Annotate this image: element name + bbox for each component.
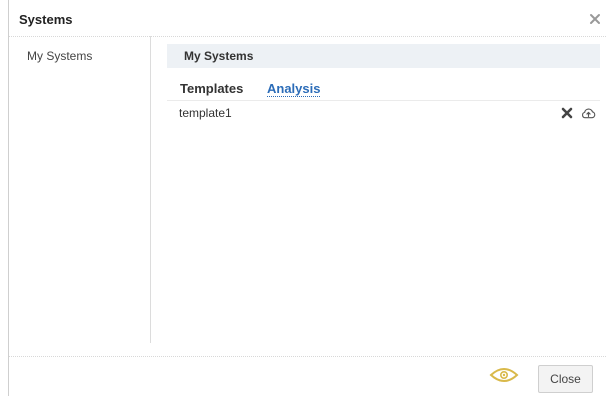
systems-dialog: Systems My Systems My Systems Templates … xyxy=(8,0,606,396)
tab-analysis[interactable]: Analysis xyxy=(267,81,321,97)
section-header: My Systems xyxy=(167,44,600,68)
close-icon[interactable] xyxy=(588,12,602,26)
section-title: My Systems xyxy=(184,49,254,63)
dialog-footer: Close xyxy=(9,356,606,397)
template-name: template1 xyxy=(179,106,232,120)
tab-templates[interactable]: Templates xyxy=(180,81,243,96)
sidebar: My Systems xyxy=(9,36,151,343)
main-panel: My Systems Templates Analysis template1 xyxy=(164,36,600,343)
sidebar-item-my-systems[interactable]: My Systems xyxy=(27,49,92,63)
upload-icon[interactable] xyxy=(581,106,596,121)
dialog-titlebar: Systems xyxy=(9,0,606,37)
list-item: template1 xyxy=(167,102,600,124)
delete-icon[interactable] xyxy=(561,107,573,119)
close-button[interactable]: Close xyxy=(538,365,593,393)
dialog-title: Systems xyxy=(19,12,73,27)
eye-icon[interactable] xyxy=(489,365,519,385)
tab-bar: Templates Analysis xyxy=(167,80,600,101)
